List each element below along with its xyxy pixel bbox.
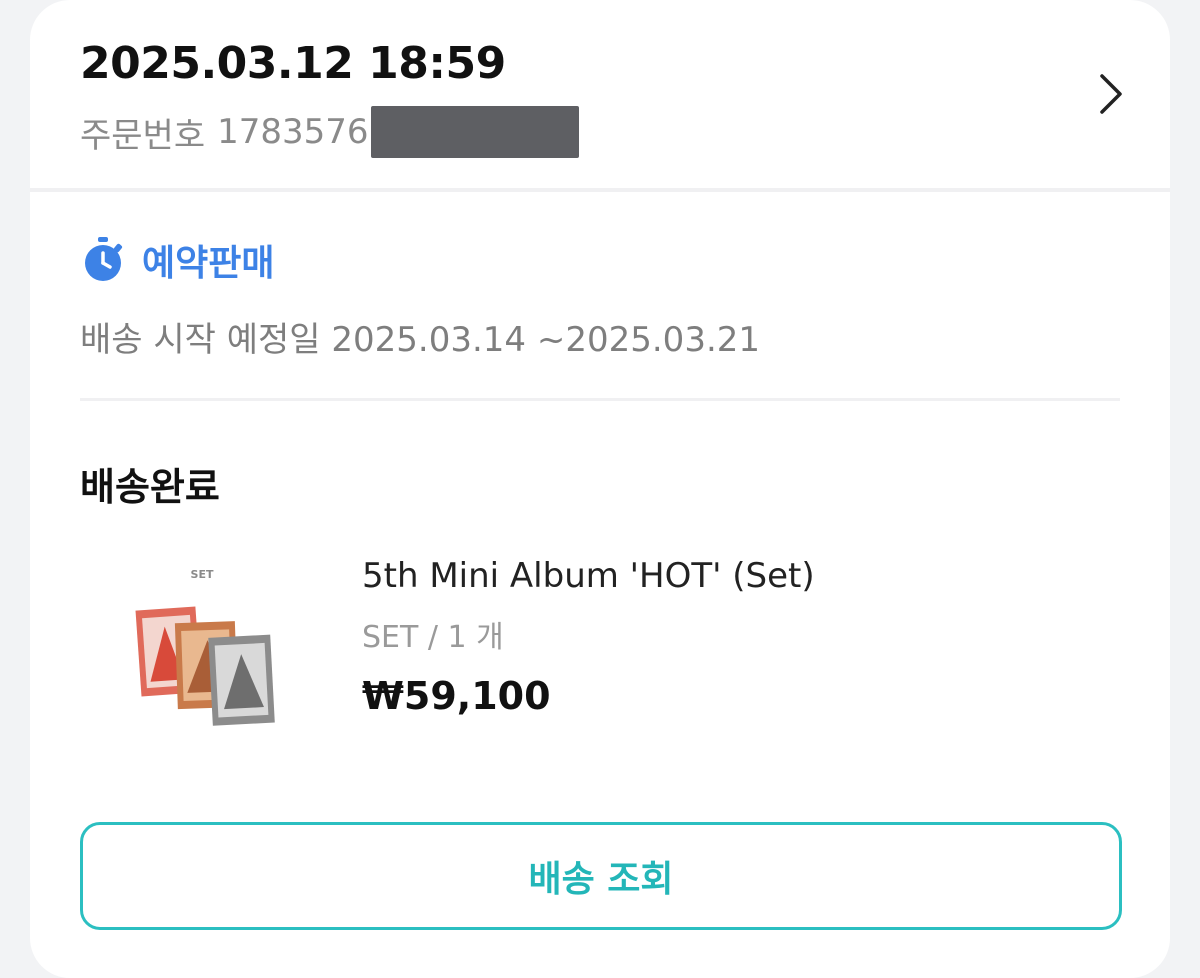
section-divider [80,398,1120,401]
product-option: SET / 1 개 [362,620,504,655]
order-number-label: 주문번호 [80,115,206,156]
chevron-right-icon[interactable] [1092,70,1128,118]
product-name[interactable]: 5th Mini Album 'HOT' (Set) [362,556,815,596]
thumbnail-set-label: SET [191,568,214,581]
stopwatch-icon [85,237,123,281]
header-divider [30,188,1170,192]
ship-schedule: 배송 시작 예정일 2025.03.14 ~2025.03.21 [80,320,761,360]
product-thumbnail[interactable]: SET [130,560,290,730]
product-price: ₩59,100 [362,674,551,718]
order-number-row: 주문번호 1783576 [80,104,579,160]
track-delivery-label: 배송 조회 [528,859,674,900]
order-header[interactable]: 2025.03.12 18:59 주문번호 1783576 [30,0,1170,190]
preorder-badge: 예약판매 [80,232,274,288]
track-delivery-button[interactable]: 배송 조회 [80,822,1122,930]
order-number-value: 1783576 [217,112,369,152]
preorder-label: 예약판매 [142,243,275,284]
order-date-time: 2025.03.12 18:59 [80,38,506,89]
delivery-status: 배송완료 [80,465,220,509]
redacted-order-number [370,106,579,158]
order-card: 2025.03.12 18:59 주문번호 1783576 예약판매 배송 시작… [30,0,1170,978]
